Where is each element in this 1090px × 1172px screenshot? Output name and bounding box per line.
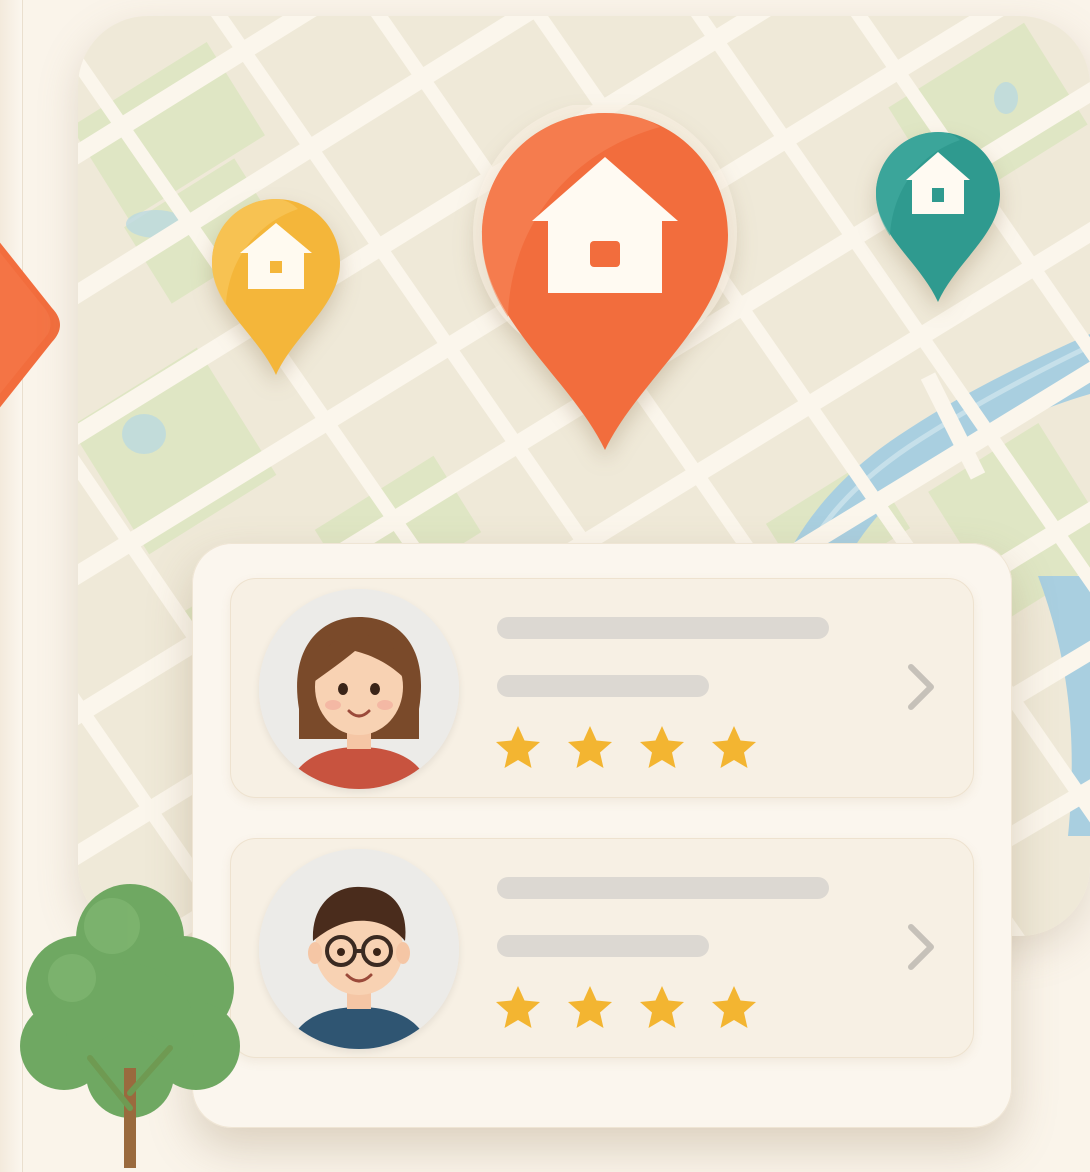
star-icon (568, 726, 612, 768)
woman-avatar (259, 589, 459, 789)
star-rating (493, 723, 759, 773)
detail-placeholder-line (497, 935, 709, 957)
previous-arrow-icon[interactable] (0, 230, 74, 420)
detail-placeholder-line (497, 675, 709, 697)
chevron-right-icon[interactable] (901, 919, 941, 975)
name-placeholder-line (497, 617, 829, 639)
star-icon (640, 726, 684, 768)
home-pin-orange[interactable] (470, 105, 740, 455)
star-icon (640, 986, 684, 1028)
chevron-right-icon[interactable] (901, 659, 941, 715)
man-with-glasses-avatar (259, 849, 459, 1049)
star-icon (496, 726, 540, 768)
star-icon (712, 986, 756, 1028)
star-rating (493, 983, 759, 1033)
list-item[interactable] (230, 838, 974, 1058)
star-icon (568, 986, 612, 1028)
tree-illustration (20, 884, 240, 1168)
home-pin-yellow[interactable] (208, 195, 344, 380)
name-placeholder-line (497, 877, 829, 899)
list-item[interactable] (230, 578, 974, 798)
star-icon (496, 986, 540, 1028)
home-pin-teal[interactable] (872, 128, 1004, 306)
star-icon (712, 726, 756, 768)
reviews-list-card (192, 543, 1012, 1128)
